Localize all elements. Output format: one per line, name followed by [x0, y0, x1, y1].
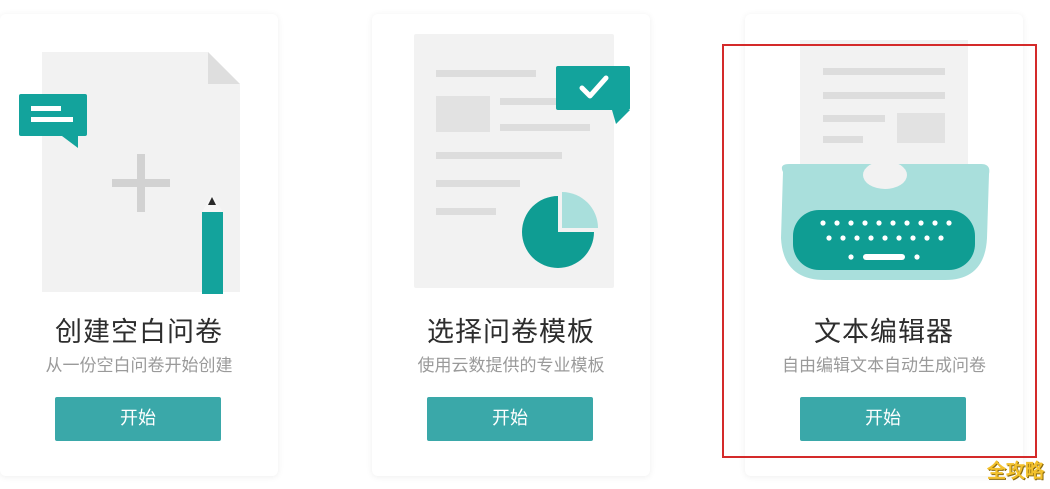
card-text-editor[interactable]: 文本编辑器 自由编辑文本自动生成问卷 开始: [745, 14, 1023, 476]
watermark: 全攻略: [986, 460, 1044, 482]
blank-document-illustration: [19, 52, 240, 294]
card-subtitle: 从一份空白问卷开始创建: [45, 356, 233, 376]
card-blank-survey[interactable]: 创建空白问卷 从一份空白问卷开始创建 开始: [0, 14, 278, 476]
card-subtitle: 自由编辑文本自动生成问卷: [782, 356, 986, 376]
card-template-survey[interactable]: 选择问卷模板 使用云数提供的专业模板 开始: [372, 14, 650, 476]
start-button[interactable]: 开始: [800, 397, 966, 441]
typewriter-icon: [781, 40, 990, 280]
card-title: 选择问卷模板: [427, 317, 595, 348]
start-button[interactable]: 开始: [427, 397, 593, 441]
template-document-illustration: [414, 34, 630, 288]
card-subtitle: 使用云数提供的专业模板: [417, 356, 605, 376]
start-button[interactable]: 开始: [55, 397, 221, 441]
card-title: 文本编辑器: [814, 317, 954, 348]
pencil-icon: [202, 194, 223, 294]
card-title: 创建空白问卷: [55, 317, 223, 348]
